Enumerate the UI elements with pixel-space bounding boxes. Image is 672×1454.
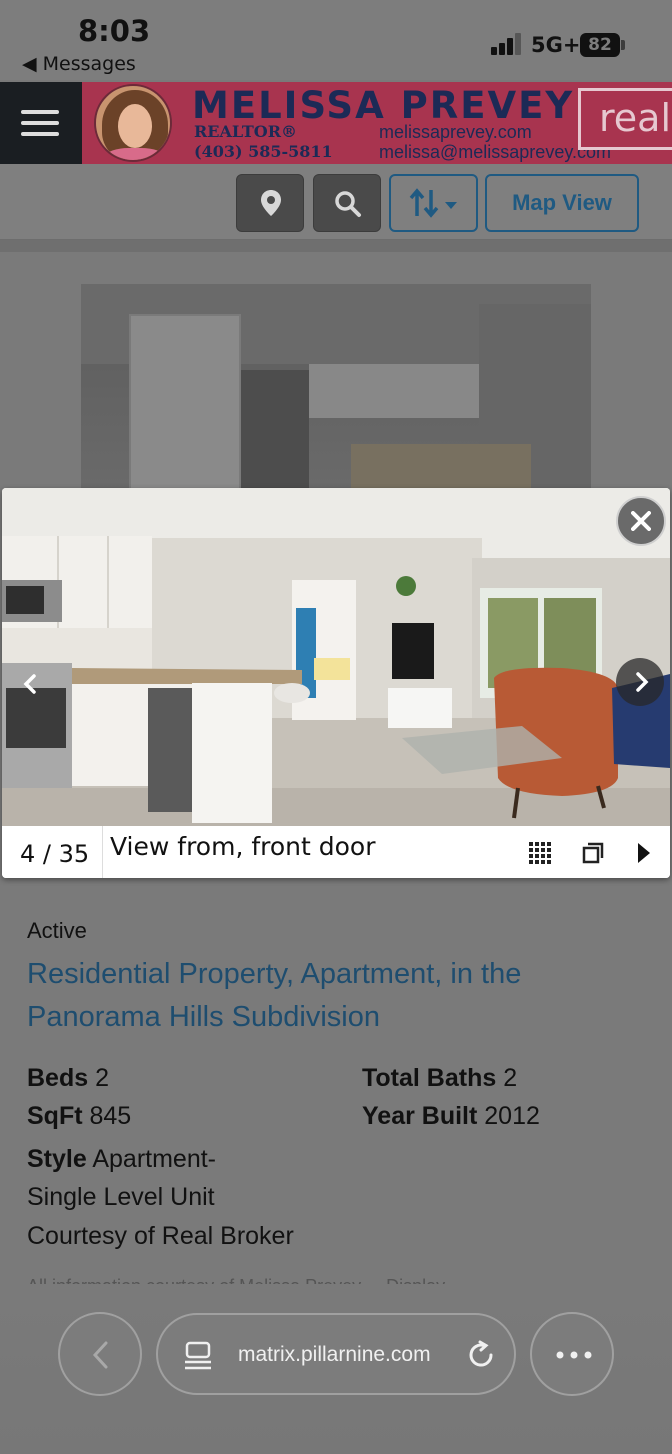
section-divider [0,240,672,252]
beds-label: Beds [27,1064,89,1092]
baths-value: 2 [503,1064,518,1092]
reload-icon[interactable] [466,1340,496,1370]
agent-email: melissa@melissaprevey.com [379,142,611,162]
baths-label: Total Baths [362,1064,497,1092]
tabs-icon [185,1341,211,1370]
fullscreen-icon[interactable] [582,842,604,864]
photo-fridge [241,370,309,488]
footer-separator [102,826,103,878]
url-text: matrix.pillarnine.com [238,1343,431,1366]
signal-icon [491,33,521,55]
status-bar: 8:03 ◀ Messages 5G+ 82 [0,0,672,80]
hamburger-menu-button[interactable] [0,82,82,164]
style-fact: Style Apartment-Single Level Unit [27,1140,257,1216]
year-built-fact: Year Built 2012 [362,1102,540,1131]
photo-caption: View from, front door [110,832,376,861]
listing-toolbar: Map View [0,164,672,240]
brokerage-logo: real [578,88,672,150]
photo-cabinet [129,314,241,488]
search-button[interactable] [313,174,381,232]
sort-dropdown-button[interactable] [389,174,478,232]
apartment-photo [2,488,670,826]
menu-line [21,110,59,114]
browser-back-button[interactable] [58,1312,142,1396]
sqft-value: 845 [89,1102,132,1130]
menu-line [21,121,59,125]
clock: 8:03 [78,14,151,48]
more-options-button[interactable] [530,1312,614,1396]
battery-icon: 82 [580,33,620,57]
chevron-left-icon [23,674,36,694]
agent-title: REALTOR® [194,122,297,141]
next-photo-button[interactable] [616,658,664,706]
network-type: 5G+ [531,33,581,57]
play-slideshow-icon[interactable] [636,842,652,864]
agent-name: MELISSA PREVEY [192,84,575,127]
chevron-left-icon [92,1341,108,1369]
agent-website: melissaprevey.com [379,122,532,142]
location-button[interactable] [236,174,304,232]
year-value: 2012 [484,1102,540,1130]
baths-fact: Total Baths 2 [362,1064,517,1093]
photo-counter: 4 / 35 [20,840,90,868]
photo-counter [351,444,531,488]
close-icon [631,511,651,531]
photo-lightbox: 4 / 35 View from, front door [2,488,670,878]
previous-photo-button[interactable] [6,660,54,708]
beds-fact: Beds 2 [27,1064,109,1093]
avatar-shirt [106,148,164,160]
photo-upper-cabinets [309,364,479,418]
avatar-face [118,104,152,148]
map-view-button[interactable]: Map View [485,174,639,232]
beds-value: 2 [95,1064,109,1092]
address-bar[interactable]: matrix.pillarnine.com [156,1313,516,1395]
courtesy-text: Courtesy of Real Broker [27,1222,294,1250]
menu-line [21,132,59,136]
property-title-link[interactable]: Residential Property, Apartment, in the … [27,953,627,1039]
search-icon [335,191,361,217]
close-lightbox-button[interactable] [616,496,666,546]
lightbox-footer: 4 / 35 View from, front door [2,826,670,878]
listing-main-photo[interactable] [81,284,591,488]
chevron-right-icon [636,672,649,692]
grid-view-icon[interactable] [529,842,551,864]
map-pin-icon [261,190,281,216]
battery-tip [621,40,625,50]
agent-avatar [94,84,172,162]
sort-icon [409,188,457,218]
agent-phone: (403) 585-5811 [194,142,333,161]
sqft-fact: SqFt 845 [27,1102,131,1131]
lightbox-photo[interactable] [2,488,670,826]
sqft-label: SqFt [27,1102,83,1130]
agent-banner[interactable]: MELISSA PREVEY REALTOR® (403) 585-5811 m… [82,82,672,164]
listing-status: Active [27,918,87,943]
more-dots-icon [556,1351,592,1359]
style-label: Style [27,1145,87,1173]
year-label: Year Built [362,1102,478,1130]
back-to-messages[interactable]: ◀ Messages [22,53,136,75]
